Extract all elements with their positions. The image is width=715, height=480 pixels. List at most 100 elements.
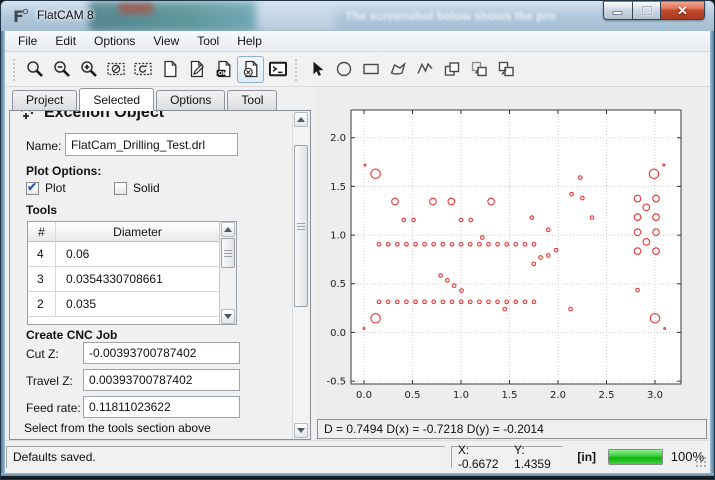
tool-diameter: 0.0354330708661 [56,272,219,286]
plot-canvas[interactable]: 0.00.51.01.52.02.53.0-0.50.00.51.01.52.0 [317,89,707,417]
tab-selected[interactable]: Selected [79,88,154,111]
replot-button[interactable] [129,56,156,83]
copy-geometry-button[interactable] [465,56,492,83]
table-row[interactable]: 4 0.06 [28,242,219,267]
toolbar-drag-handle-2[interactable] [293,57,298,81]
close-icon: ✕ [677,4,688,17]
circle-icon [334,59,354,79]
tools-hint-text: Select from the tools section above [24,421,211,435]
tab-options[interactable]: Options [156,90,225,110]
shell-icon [268,59,288,79]
svg-text:1.5: 1.5 [330,182,346,193]
clear-plot-button[interactable] [102,56,129,83]
select-tool-button[interactable] [303,56,330,83]
copy-geometry-icon [469,59,489,79]
move-objects-button[interactable] [492,56,519,83]
menu-tool[interactable]: Tool [188,32,228,50]
table-scroll-thumb[interactable] [221,238,235,268]
tab-project[interactable]: Project [12,90,77,110]
draw-rectangle-button[interactable] [357,56,384,83]
excellon-drill-icon [18,110,36,122]
units-label: [in] [577,450,596,464]
cnc-section-title: Create CNC Job [26,328,117,342]
cutz-label: Cut Z: [26,347,59,361]
new-file-icon [160,59,180,79]
menu-view[interactable]: View [144,32,188,50]
edit-object-icon [187,59,207,79]
menu-help[interactable]: Help [228,32,271,50]
toolbar: Ok [5,52,710,87]
save-object-icon: Ok [214,59,234,79]
minimize-button[interactable] [603,1,633,20]
titlebar[interactable]: The screenshot below shows the pro F Fla… [1,1,714,31]
scroll-down-button[interactable] [221,309,235,324]
copy-objects-icon [442,59,462,79]
svg-text:2.5: 2.5 [599,390,615,401]
svg-text:2.0: 2.0 [330,133,346,144]
svg-text:-0.5: -0.5 [326,377,346,388]
coord-x: X: -0.6672 [458,443,504,471]
delete-object-button[interactable] [237,56,264,83]
rectangle-icon [361,59,381,79]
app-icon: F [11,6,31,26]
statusbar: Defaults saved. X: -0.6672 Y: 1.4359 [in… [5,440,710,472]
toolbar-drag-handle[interactable] [11,57,16,81]
panel-scroll-up-button[interactable] [294,112,308,127]
zoom-fit-icon [25,59,45,79]
plot-area: 0.00.51.01.52.02.53.0-0.50.00.51.01.52.0… [316,87,710,440]
draw-polyline-button[interactable] [411,56,438,83]
save-object-button[interactable]: Ok [210,56,237,83]
status-message: Defaults saved. [6,446,445,468]
panel-scrollbar[interactable] [292,112,309,438]
solid-checkbox[interactable] [114,182,127,195]
edit-object-button[interactable] [183,56,210,83]
zoom-in-button[interactable] [75,56,102,83]
feedrate-input[interactable] [83,396,240,418]
menu-options[interactable]: Options [85,32,144,50]
table-row[interactable]: 2 0.035 [28,292,219,317]
svg-text:F: F [13,7,24,26]
select-arrow-icon [307,59,327,79]
polygon-icon [388,59,408,79]
draw-polygon-button[interactable] [384,56,411,83]
tab-tool[interactable]: Tool [227,90,277,110]
maximize-button[interactable] [633,1,661,20]
plot-checkbox[interactable] [26,182,39,195]
feedrate-label: Feed rate: [26,401,81,415]
copy-objects-button[interactable] [438,56,465,83]
solid-checkbox-label: Solid [133,181,160,195]
tool-diameter: 0.035 [56,297,219,311]
tools-table: # Diameter 4 0.06 3 0.0354330708661 [27,221,237,325]
measurement-readout: D = 0.7494 D(x) = -0.7218 D(y) = -0.2014 [317,419,707,439]
delete-object-icon [241,59,261,79]
svg-text:1.0: 1.0 [453,390,469,401]
menu-edit[interactable]: Edit [46,32,85,50]
panel-scroll-thumb[interactable] [294,145,308,307]
menu-file[interactable]: File [9,32,46,50]
new-file-button[interactable] [156,56,183,83]
travelz-input[interactable] [83,369,240,391]
draw-circle-button[interactable] [330,56,357,83]
replot-icon [133,59,153,79]
selected-panel: Excellon Object Name: Plot Options: Plot… [9,110,311,440]
col-number-header: # [28,222,56,241]
svg-text:Ok: Ok [218,71,227,77]
tools-table-header: # Diameter [28,222,219,242]
tools-label: Tools [26,203,57,217]
scroll-up-button[interactable] [221,222,235,237]
zoom-out-button[interactable] [48,56,75,83]
cutz-input[interactable] [83,342,240,364]
progress-bar [608,449,663,465]
table-row[interactable]: 3 0.0354330708661 [28,267,219,292]
close-button[interactable]: ✕ [661,1,705,20]
table-scrollbar[interactable] [219,222,236,324]
resize-grip[interactable] [695,456,707,468]
minimize-icon [612,6,624,16]
panel-scroll-down-button[interactable] [294,423,308,438]
window-frame-right [710,31,714,473]
name-input[interactable] [65,133,238,156]
zoom-in-icon [79,59,99,79]
left-dock: Project Selected Options Tool Excellon O… [5,87,311,440]
zoom-fit-button[interactable] [21,56,48,83]
shell-button[interactable] [264,56,291,83]
